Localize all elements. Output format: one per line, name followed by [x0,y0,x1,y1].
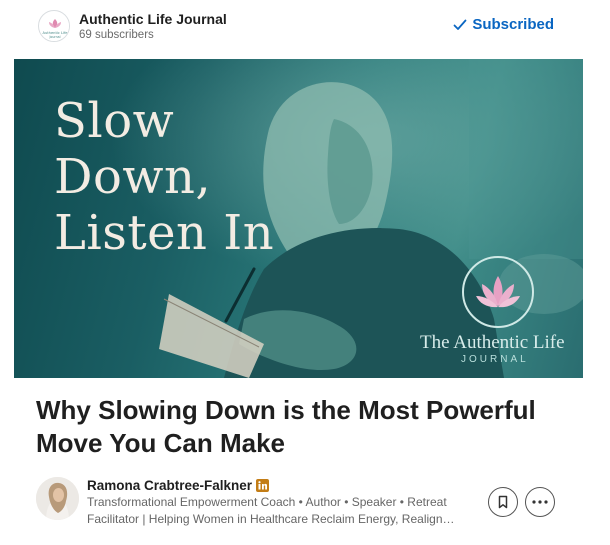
checkmark-icon [452,17,468,33]
svg-text:Journal: Journal [48,35,60,39]
cover-headline: Slow Down, Listen In [54,93,275,261]
publication-header: Authentic Life Journal Authentic Life Jo… [0,0,610,56]
subscribed-label: Subscribed [472,16,554,33]
bookmark-icon [498,495,508,509]
author-avatar[interactable] [36,477,79,520]
subscribed-button[interactable]: Subscribed [452,16,554,33]
publication-logo[interactable]: Authentic Life Journal [38,10,70,42]
author-bio-line-1: Transformational Empowerment Coach • Aut… [87,495,447,509]
article-title[interactable]: Why Slowing Down is the Most Powerful Mo… [36,394,581,460]
cover-brand-name: The Authentic Life [420,332,565,353]
cover-brand-subtitle: JOURNAL [461,354,529,365]
article-cover-image[interactable]: Slow Down, Listen In The Authentic Life … [14,59,583,378]
save-article-button[interactable] [488,487,518,517]
author-name-text: Ramona Crabtree-Falkner [87,478,253,493]
more-options-button[interactable] [525,487,555,517]
publication-name[interactable]: Authentic Life Journal [79,11,227,27]
subscriber-count: 69 subscribers [79,29,154,41]
author-photo [36,477,79,520]
lotus-logo-icon: Authentic Life Journal [40,12,69,41]
linkedin-premium-icon [256,479,270,492]
author-name[interactable]: Ramona Crabtree-Falkner [87,478,270,493]
author-bio-line-2: Facilitator | Helping Women in Healthcar… [87,512,455,526]
more-icon [532,500,548,504]
lotus-icon [462,256,534,328]
